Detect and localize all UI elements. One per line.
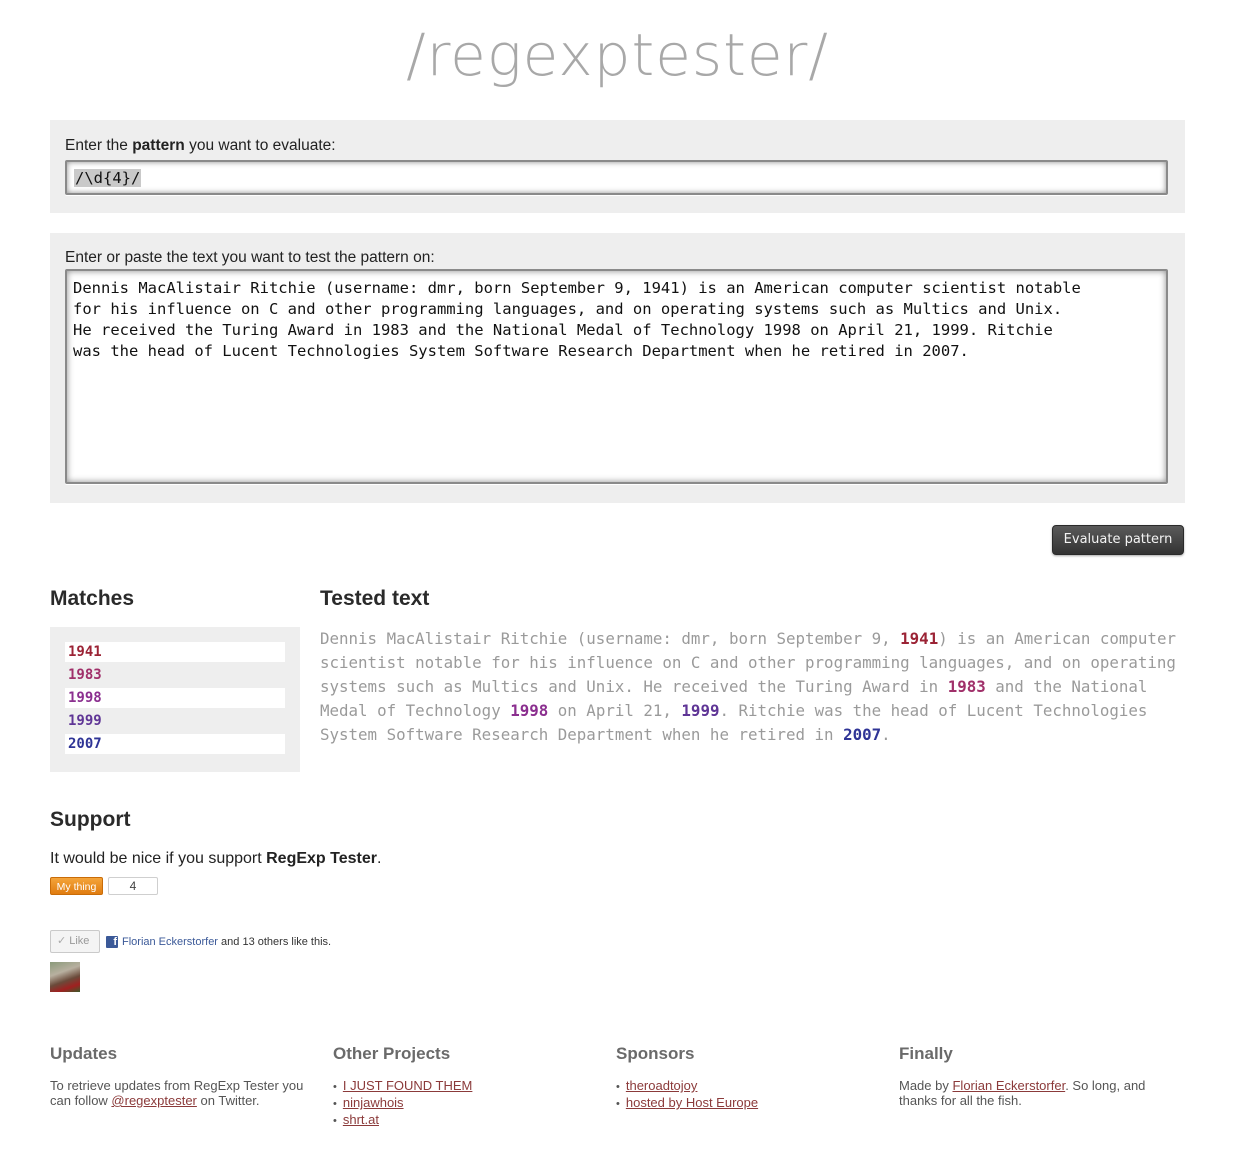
sponsor-link[interactable]: hosted by Host Europe <box>626 1095 758 1110</box>
updates-text: To retrieve updates from RegExp Tester y… <box>50 1078 304 1108</box>
match-item: 1983 <box>68 667 102 683</box>
matches-list: 1941 1983 1998 1999 2007 <box>50 627 300 772</box>
tested-match: 1983 <box>947 677 986 696</box>
footer-other-projects: Other Projects I JUST FOUND THEM ninjawh… <box>333 1044 608 1129</box>
text-panel: Enter or paste the text you want to test… <box>50 233 1185 503</box>
updates-heading: Updates <box>50 1044 118 1063</box>
like-person-link[interactable]: Florian Eckerstorfer <box>122 936 218 948</box>
footer-updates: Updates To retrieve updates from RegExp … <box>50 1044 325 1108</box>
sponsor-link[interactable]: theroadtojoy <box>626 1078 698 1093</box>
test-text-area[interactable]: Dennis MacAlistair Ritchie (username: dm… <box>65 269 1168 484</box>
finally-text: Made by Florian Eckerstorfer. So long, a… <box>899 1078 1146 1108</box>
tested-match: 1941 <box>900 629 939 648</box>
list-item: shrt.at <box>333 1112 608 1129</box>
site-logo: /regexptester/ <box>406 21 829 89</box>
match-item: 2007 <box>65 734 285 754</box>
evaluate-pattern-button[interactable]: Evaluate pattern <box>1052 525 1184 555</box>
tested-text-heading: Tested text <box>320 587 430 610</box>
tested-segment: Dennis MacAlistair Ritchie (username: dm… <box>320 629 901 648</box>
projects-heading: Other Projects <box>333 1044 451 1063</box>
tested-match: 1998 <box>510 701 549 720</box>
check-icon: ✓ <box>57 935 67 947</box>
pattern-input[interactable]: /\d{4}/ <box>65 160 1168 195</box>
pattern-value: /\d{4}/ <box>74 169 142 187</box>
project-link[interactable]: shrt.at <box>343 1112 379 1127</box>
tested-segment: on April 21, <box>548 701 682 720</box>
project-link[interactable]: ninjawhois <box>343 1095 404 1110</box>
match-item: 1998 <box>65 688 285 708</box>
facebook-like-button[interactable]: ✓ Like <box>50 930 100 953</box>
tested-match: 1999 <box>681 701 720 720</box>
support-text: It would be nice if you support RegExp T… <box>50 850 382 867</box>
text-label: Enter or paste the text you want to test… <box>65 249 435 266</box>
finally-heading: Finally <box>899 1044 953 1063</box>
tested-segment: . <box>881 725 891 744</box>
facebook-like-text: Florian Eckerstorfer and 13 others like … <box>122 936 332 948</box>
facebook-icon: f <box>106 936 118 948</box>
match-item: 1941 <box>65 642 285 662</box>
support-heading: Support <box>50 808 131 831</box>
pattern-label: Enter the pattern you want to evaluate: <box>65 137 336 154</box>
twitter-link[interactable]: @regexptester <box>111 1093 196 1108</box>
list-item: hosted by Host Europe <box>616 1095 891 1112</box>
list-item: theroadtojoy <box>616 1078 891 1095</box>
avatar[interactable] <box>50 962 80 992</box>
tested-match: 2007 <box>843 725 882 744</box>
match-item: 1999 <box>68 713 102 729</box>
mything-button[interactable]: My thing <box>50 877 103 895</box>
list-item: I JUST FOUND THEM <box>333 1078 608 1095</box>
mything-count: 4 <box>108 877 158 895</box>
pattern-panel: Enter the pattern you want to evaluate: … <box>50 120 1185 213</box>
tested-text: Dennis MacAlistair Ritchie (username: dm… <box>320 627 1190 747</box>
author-link[interactable]: Florian Eckerstorfer <box>952 1078 1065 1093</box>
project-link[interactable]: I JUST FOUND THEM <box>343 1078 473 1093</box>
list-item: ninjawhois <box>333 1095 608 1112</box>
sponsors-heading: Sponsors <box>616 1044 695 1063</box>
footer-finally: Finally Made by Florian Eckerstorfer. So… <box>899 1044 1174 1108</box>
matches-heading: Matches <box>50 587 135 610</box>
footer-sponsors: Sponsors theroadtojoy hosted by Host Eur… <box>616 1044 891 1112</box>
